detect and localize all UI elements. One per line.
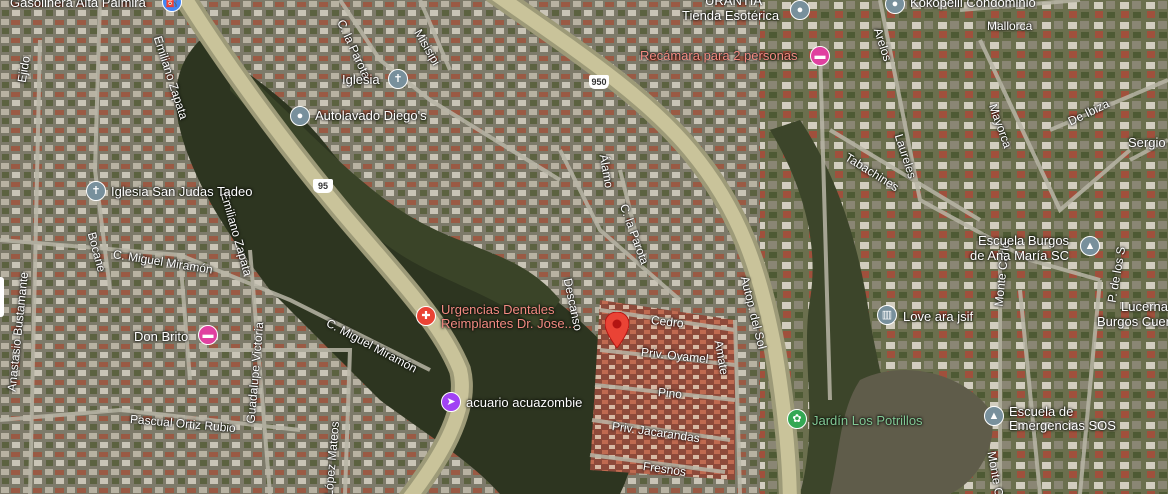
- poi-tienda-label[interactable]: Tienda Esotérica: [682, 9, 779, 23]
- poi-kokopelli-label[interactable]: Kokopelli Condominio: [910, 0, 1036, 10]
- poi-escuela-sos-label-2[interactable]: Emergencias SOS: [1009, 419, 1116, 433]
- location-pin-icon[interactable]: [605, 312, 629, 348]
- hotel-icon[interactable]: ▬: [810, 46, 830, 66]
- poi-escuela-sos-label-1[interactable]: Escuela de: [1009, 405, 1073, 419]
- hospital-icon[interactable]: ✚: [416, 306, 436, 326]
- poi-sergio-label[interactable]: Sergio: [1128, 136, 1166, 150]
- highway-shield-950: 950: [589, 75, 609, 89]
- poi-acuario-label[interactable]: acuario acuazombie: [466, 396, 582, 410]
- map-view[interactable]: Mallorca Emiliano Zapata Emiliano Zapata…: [0, 0, 1168, 494]
- place-icon[interactable]: ●: [290, 106, 310, 126]
- side-panel-toggle[interactable]: [0, 277, 4, 317]
- poi-recamara-label[interactable]: Recámara para 2 personas: [640, 49, 798, 63]
- church-icon[interactable]: ✝: [388, 69, 408, 89]
- school-icon[interactable]: ▲: [1080, 236, 1100, 256]
- poi-autolavado-label[interactable]: Autolavado Diego's: [315, 109, 427, 123]
- poi-escuela-burgos-label-2[interactable]: de Ana María SC: [970, 249, 1069, 263]
- poi-urgencias-label-2[interactable]: Reimplantes Dr. Jose...: [441, 317, 575, 331]
- poi-escuela-burgos-label-1[interactable]: Escuela Burgos: [978, 234, 1069, 248]
- garden-icon[interactable]: ✿: [787, 409, 807, 429]
- place-icon[interactable]: ●: [790, 0, 810, 20]
- school-icon[interactable]: ▲: [984, 406, 1004, 426]
- poi-gasolinera-label[interactable]: Gasolinera Alta Palmira: [10, 0, 146, 10]
- poi-jardin-label[interactable]: Jardín Los Potrillos: [812, 414, 923, 428]
- poi-urgencias-label-1[interactable]: Urgencias Dentales: [441, 303, 554, 317]
- road-label-pino: Pino: [657, 385, 683, 402]
- poi-love-label[interactable]: Love ara jsif: [903, 310, 973, 324]
- church-icon[interactable]: ✝: [86, 181, 106, 201]
- aquarium-icon[interactable]: ➤: [441, 392, 461, 412]
- poi-iglesia-label[interactable]: Iglesia: [342, 73, 380, 87]
- poi-donbrito-label[interactable]: Don Brito: [134, 330, 188, 344]
- poi-iglesia-sj-label[interactable]: Iglesia San Judas Tadeo: [111, 185, 252, 199]
- highway-shield-95: 95: [313, 179, 333, 193]
- road-label-mallorca: Mallorca: [987, 19, 1033, 33]
- poi-urantia-label[interactable]: URANTIA: [705, 0, 762, 8]
- poi-lucerna-label-2[interactable]: Burgos Cuernava: [1097, 315, 1168, 329]
- building-icon[interactable]: ▥: [877, 305, 897, 325]
- poi-lucerna-label-1[interactable]: Lucerna: [1121, 300, 1168, 314]
- hotel-icon[interactable]: ▬: [198, 325, 218, 345]
